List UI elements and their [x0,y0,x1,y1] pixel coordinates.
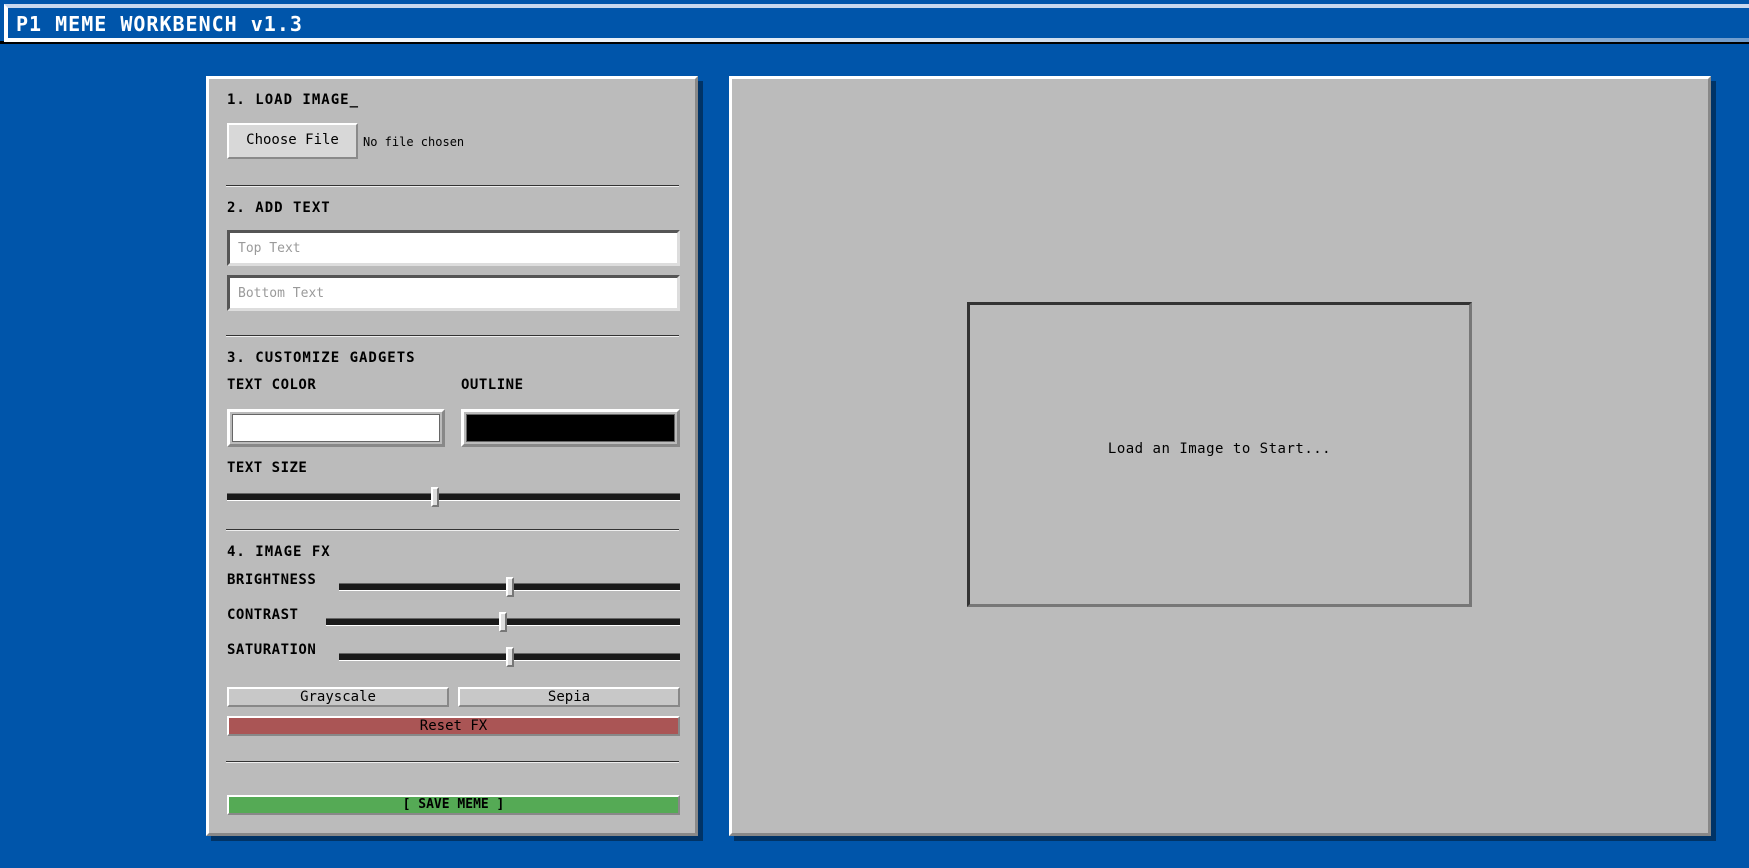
saturation-slider[interactable] [339,647,680,667]
slider-thumb[interactable] [431,487,440,507]
section-title-add-text: 2. ADD TEXT [227,200,331,216]
bottom-text-input[interactable] [227,275,680,311]
slider-track [227,493,680,501]
slider-thumb[interactable] [505,647,514,667]
title-bar: P1 MEME WORKBENCH v1.3 [0,0,1749,44]
section-title-image-fx: 4. IMAGE FX [227,544,331,560]
canvas-placeholder-message: Load an Image to Start... [1107,441,1332,457]
preview-panel: Load an Image to Start... [729,76,1711,836]
contrast-label: CONTRAST [227,607,299,623]
section-divider [226,761,679,763]
title-bar-inner: P1 MEME WORKBENCH v1.3 [4,4,1749,42]
slider-thumb[interactable] [499,612,507,632]
controls-panel: 1. LOAD IMAGE_ Choose File No file chose… [206,76,698,836]
saturation-label: SATURATION [227,642,317,658]
meme-canvas[interactable]: Load an Image to Start... [967,302,1472,607]
file-status-text: No file chosen [363,135,465,149]
outline-color-label: OUTLINE [461,377,524,393]
window-title: P1 MEME WORKBENCH v1.3 [16,12,303,36]
reset-fx-button[interactable]: Reset FX [227,716,680,736]
section-divider [226,185,679,187]
text-size-label: TEXT SIZE [227,460,308,476]
text-size-slider[interactable] [227,487,680,507]
top-text-input[interactable] [227,230,680,266]
grayscale-button[interactable]: Grayscale [227,687,449,707]
save-meme-button[interactable]: [ SAVE MEME ] [227,795,680,815]
outline-color-swatch [466,414,675,442]
contrast-slider[interactable] [326,612,680,632]
brightness-label: BRIGHTNESS [227,572,317,588]
text-color-swatch [232,414,440,442]
text-color-picker[interactable] [227,409,445,447]
outline-color-picker[interactable] [461,409,680,447]
section-title-customize: 3. CUSTOMIZE GADGETS [227,350,416,366]
text-color-label: TEXT COLOR [227,377,317,393]
brightness-slider[interactable] [339,577,680,597]
section-title-load-image: 1. LOAD IMAGE_ [227,92,360,108]
choose-file-button[interactable]: Choose File [227,123,358,159]
section-divider [226,529,679,531]
section-divider [226,335,679,337]
sepia-button[interactable]: Sepia [458,687,680,707]
slider-thumb[interactable] [505,577,514,597]
